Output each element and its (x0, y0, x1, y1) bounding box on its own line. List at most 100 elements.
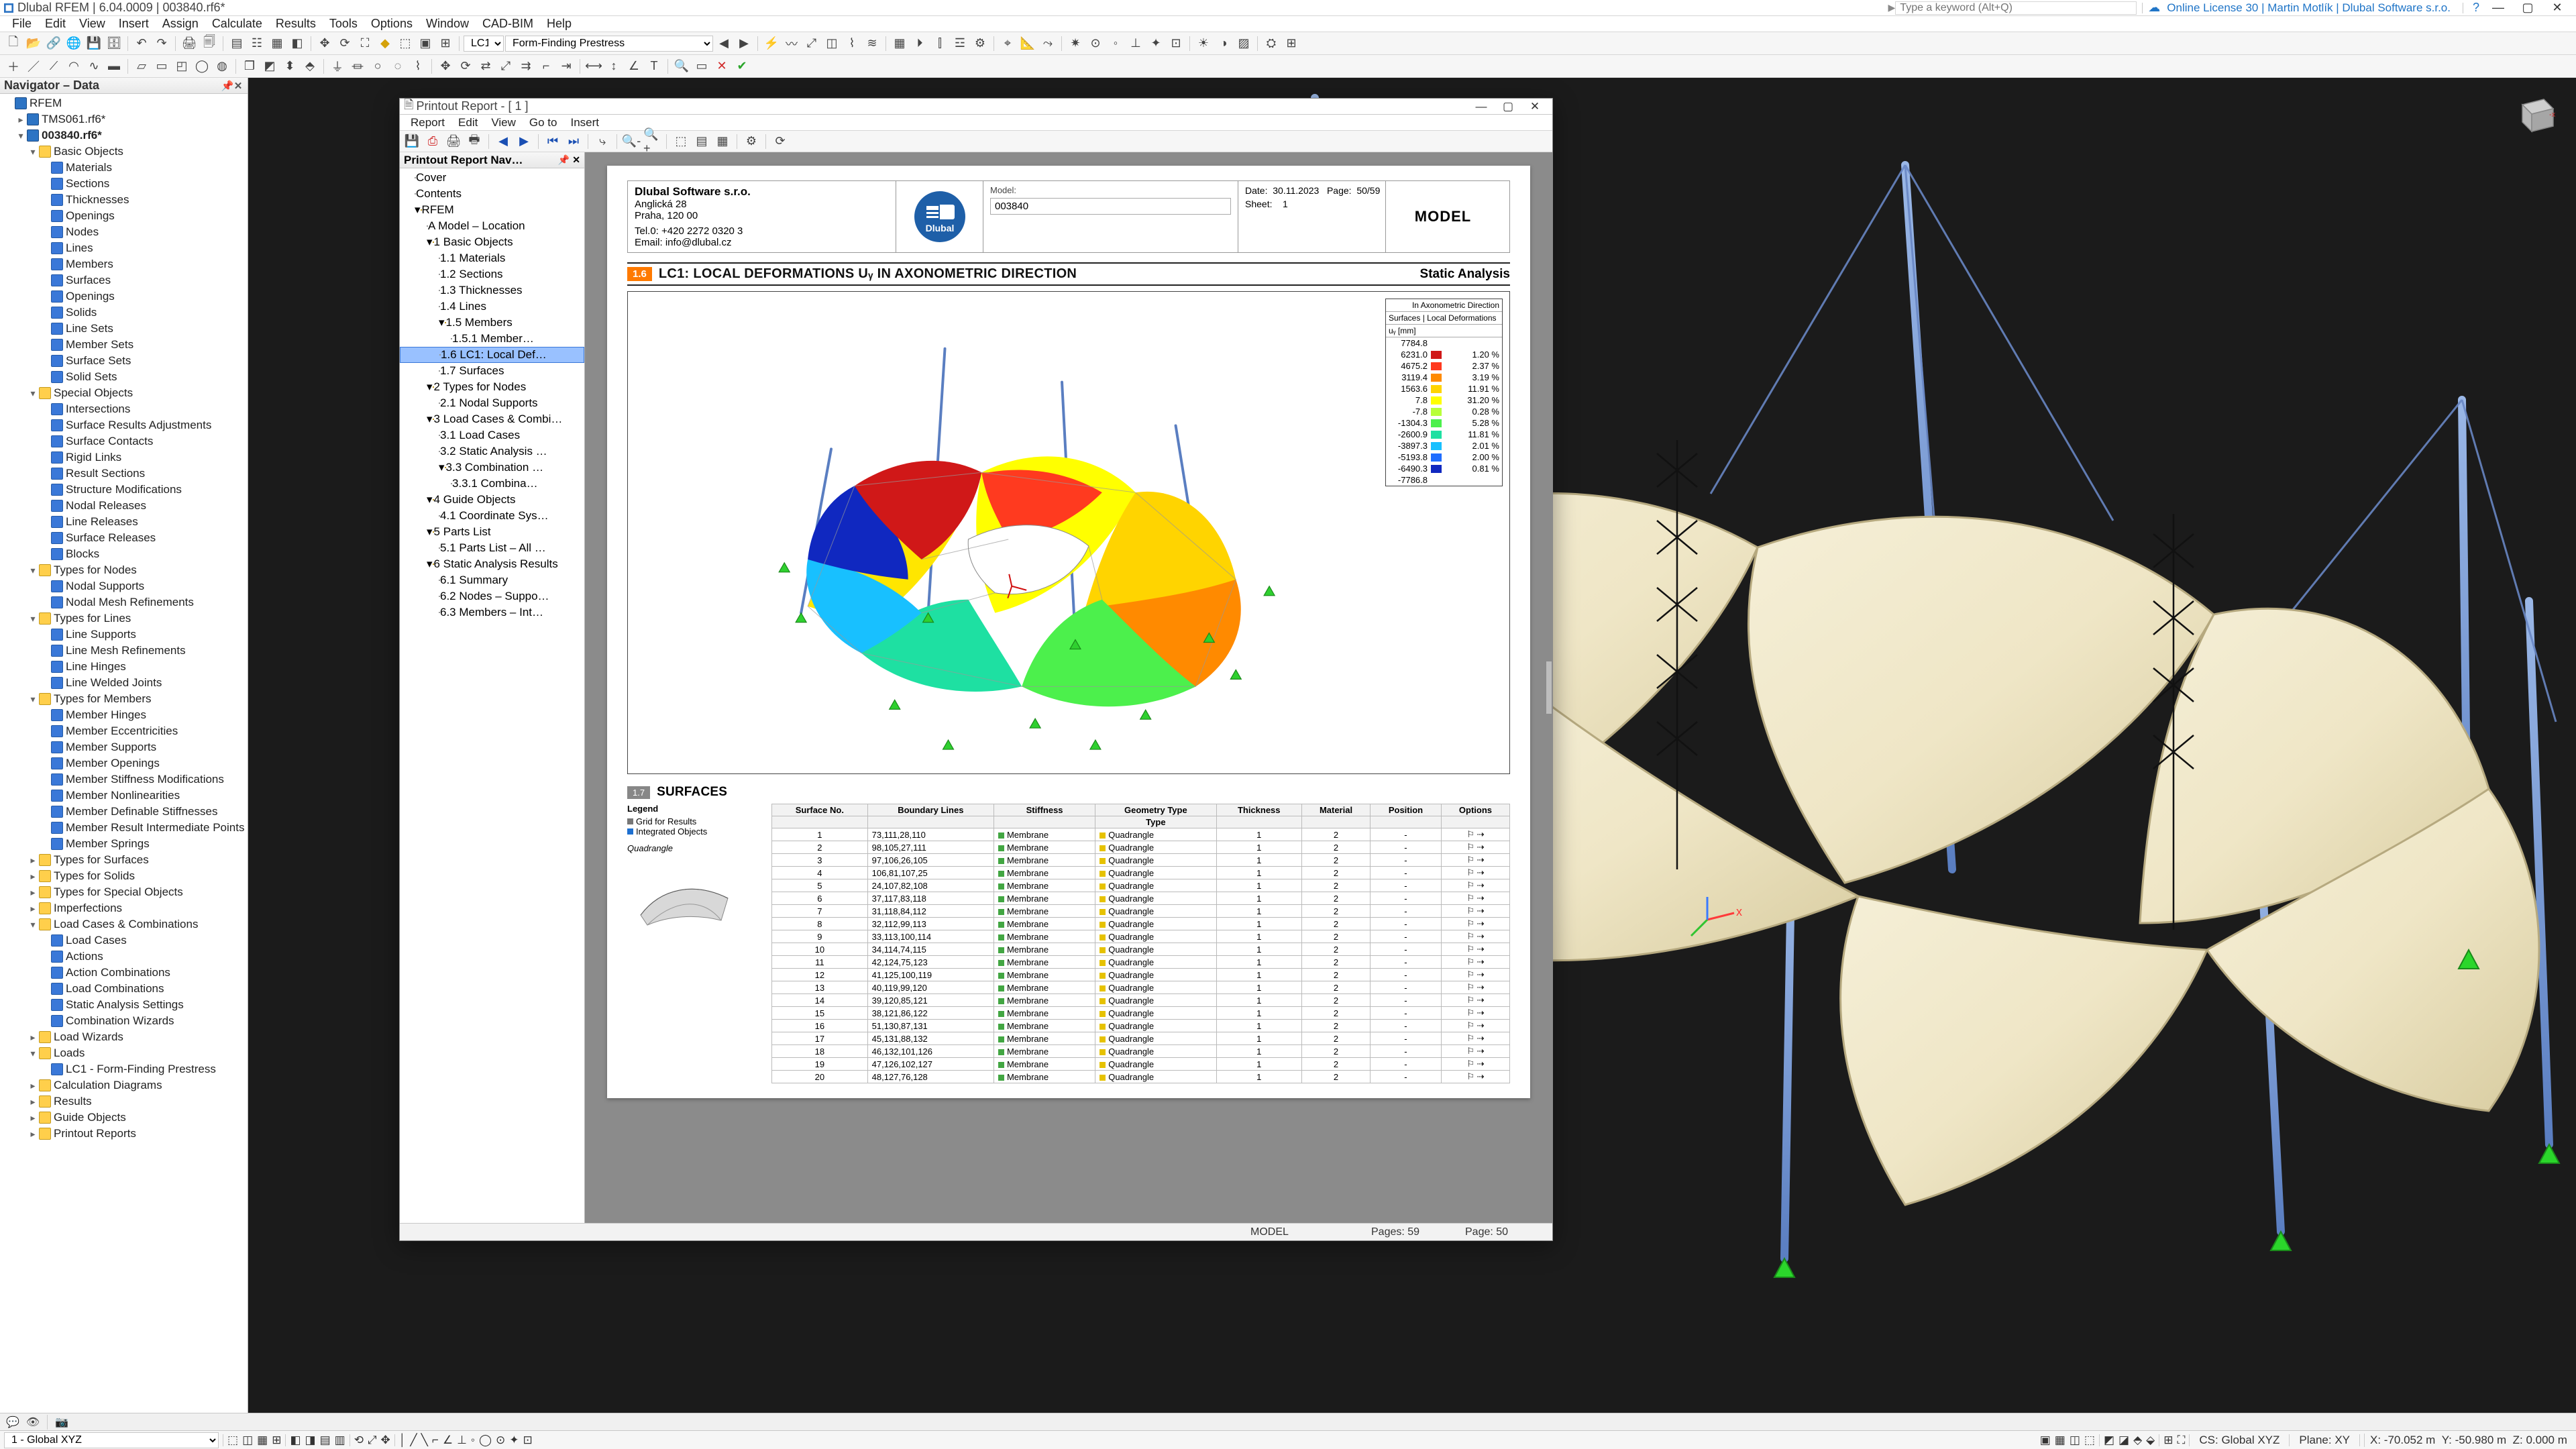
sb-i-icon[interactable]: ⟲ (354, 1434, 364, 1447)
extrude-icon[interactable]: ⬍ (280, 57, 299, 76)
tree-item[interactable]: Result Sections (0, 466, 248, 482)
tree-item[interactable]: ▾Types for Lines (0, 610, 248, 627)
view-cube[interactable]: -x (2509, 87, 2563, 141)
tree-twisty-icon[interactable]: ▾ (439, 316, 445, 329)
report-close-button[interactable]: ✕ (1521, 100, 1548, 113)
report-save-icon[interactable]: 💾 (402, 132, 421, 151)
tree-item[interactable]: RFEM (0, 95, 248, 111)
tree-item[interactable]: Surface Contacts (0, 433, 248, 449)
new-file-icon[interactable]: 🗋 (4, 34, 23, 53)
tree-item[interactable]: Blocks (0, 546, 248, 562)
3d-viewport[interactable]: x -x 🗎 Printout Report - [ 1 ] — ▢ ✕ (248, 78, 2576, 1413)
tree-item[interactable]: Combination Wizards (0, 1013, 248, 1029)
tree-twisty-icon[interactable]: ▾ (28, 388, 38, 398)
quad-icon[interactable]: ▭ (152, 57, 171, 76)
sb-a-icon[interactable]: ⬚ (227, 1434, 238, 1447)
tree-item[interactable]: ▾Load Cases & Combinations (0, 916, 248, 932)
report-tree-item[interactable]: 4.1 Coordinate Sys… (400, 508, 584, 524)
sb-v-icon[interactable]: ⊡ (523, 1434, 532, 1447)
tree-item[interactable]: Member Eccentricities (0, 723, 248, 739)
connect-icon[interactable]: 🔗 (44, 34, 63, 53)
sb-g-icon[interactable]: ▤ (320, 1434, 331, 1447)
menu-edit[interactable]: Edit (38, 16, 72, 32)
report-prev-icon[interactable]: ◀ (494, 132, 513, 151)
report-next-icon[interactable]: ▶ (515, 132, 533, 151)
tree-item[interactable]: Sections (0, 176, 248, 192)
move-icon[interactable]: ✥ (315, 34, 334, 53)
tree-twisty-icon[interactable]: ▾ (415, 203, 421, 217)
tree-twisty-icon[interactable]: ▾ (16, 131, 25, 140)
tree-item[interactable]: ▸Printout Reports (0, 1126, 248, 1142)
open-file-icon[interactable]: 📂 (24, 34, 43, 53)
sb-3-icon[interactable]: ⬘ (2133, 1434, 2142, 1447)
report-icon[interactable]: 🗐 (200, 34, 219, 53)
report-tree-item[interactable]: ▾4 Guide Objects (400, 492, 584, 508)
tree-item[interactable]: Load Cases (0, 932, 248, 949)
grid-icon[interactable]: ⊞ (436, 34, 455, 53)
tree-twisty-icon[interactable]: ▾ (28, 614, 38, 623)
snap-mid-icon[interactable]: ◦ (1106, 34, 1125, 53)
report-settings-icon[interactable]: ⚙ (742, 132, 761, 151)
report-tree-item[interactable]: 5.1 Parts List – All … (400, 540, 584, 556)
tree-twisty-icon[interactable]: ▾ (28, 1049, 38, 1058)
rotate-icon[interactable]: ⟳ (456, 57, 475, 76)
report-tree-item[interactable]: ▾RFEM (400, 202, 584, 218)
report-nav-pin-icon[interactable]: 📌 (558, 154, 570, 166)
menu-results[interactable]: Results (269, 16, 323, 32)
tree-item[interactable]: Rigid Links (0, 449, 248, 466)
menu-file[interactable]: File (5, 16, 38, 32)
save-icon[interactable]: 💾 (85, 34, 103, 53)
report-tree-item[interactable]: 1.6 LC1: Local Def… (400, 347, 584, 363)
line-icon[interactable]: ／ (24, 57, 43, 76)
report-tree-item[interactable]: 6.2 Nodes – Suppo… (400, 588, 584, 604)
sb-4-icon[interactable]: ⬙ (2146, 1434, 2155, 1447)
sb-q-icon[interactable]: ⊥ (457, 1434, 467, 1447)
report-navigator-tree[interactable]: CoverContents▾RFEMA Model – Location▾1 B… (400, 168, 584, 1223)
report-tree-item[interactable]: 1.5.1 Member… (400, 331, 584, 347)
tree-item[interactable]: Surfaces (0, 272, 248, 288)
tree-item[interactable]: Action Combinations (0, 965, 248, 981)
support-nodal-icon[interactable]: ⏚ (328, 57, 347, 76)
globe-icon[interactable]: 🌐 (64, 34, 83, 53)
spline-icon[interactable]: ∿ (85, 57, 103, 76)
report-tree-item[interactable]: A Model – Location (400, 218, 584, 234)
view-measure-icon[interactable]: 📐 (1018, 34, 1037, 53)
view-deform-icon[interactable]: ⤳ (1038, 34, 1057, 53)
snap-perp-icon[interactable]: ⊥ (1126, 34, 1145, 53)
status-cs-combo[interactable]: 1 - Global XYZ (4, 1432, 219, 1448)
tree-item[interactable]: Member Hinges (0, 707, 248, 723)
report-tree-item[interactable]: 1.7 Surfaces (400, 363, 584, 379)
release-icon[interactable]: ◌ (388, 57, 407, 76)
mirror-icon[interactable]: ⇄ (476, 57, 495, 76)
tree-item[interactable]: Actions (0, 949, 248, 965)
tree-item[interactable]: LC1 - Form-Finding Prestress (0, 1061, 248, 1077)
sb-d-icon[interactable]: ⊞ (272, 1434, 281, 1447)
tree-twisty-icon[interactable]: ▾ (28, 694, 38, 704)
zoom-fit-icon[interactable]: ⛶ (356, 34, 374, 53)
modal-icon[interactable]: 〰 (782, 34, 801, 53)
tree-twisty-icon[interactable]: ▾ (427, 557, 433, 571)
menu-view[interactable]: View (72, 16, 112, 32)
next-lc-icon[interactable]: ▶ (735, 34, 753, 53)
sb-j-icon[interactable]: ⤢ (368, 1434, 377, 1447)
select-rect-icon[interactable]: ▭ (692, 57, 711, 76)
report-printer-set-icon[interactable]: 🖶 (465, 132, 484, 151)
menu-insert[interactable]: Insert (112, 16, 156, 32)
tree-item[interactable]: Line Mesh Refinements (0, 643, 248, 659)
check-icon[interactable]: ✔ (733, 57, 751, 76)
misc-a-icon[interactable]: ⛭ (1262, 34, 1281, 53)
report-last-icon[interactable]: ⏭ (564, 132, 583, 151)
addons-icon[interactable]: ⚙ (971, 34, 989, 53)
loft-icon[interactable]: ⬘ (301, 57, 319, 76)
sb-x-icon[interactable]: ▦ (2055, 1434, 2065, 1447)
menu-options[interactable]: Options (364, 16, 419, 32)
report-tree-item[interactable]: 3.1 Load Cases (400, 427, 584, 443)
tree-twisty-icon[interactable]: ▸ (16, 115, 25, 124)
sb-5-icon[interactable]: ⊞ (2163, 1434, 2173, 1447)
tree-twisty-icon[interactable]: ▾ (427, 235, 433, 249)
render-icon[interactable]: ◆ (376, 34, 394, 53)
close-panel-icon[interactable]: ✕ (233, 80, 244, 91)
save-all-icon[interactable]: 🗄 (105, 34, 123, 53)
sb-p-icon[interactable]: ∠ (443, 1434, 453, 1447)
chat-icon[interactable]: 💬 (4, 1415, 21, 1430)
